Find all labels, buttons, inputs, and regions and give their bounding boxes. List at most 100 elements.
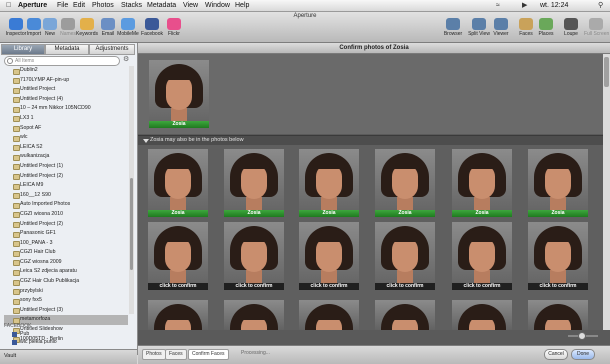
toolbar-flickr-button[interactable]: Flickr — [162, 18, 186, 37]
click-to-confirm-label[interactable]: click to confirm — [375, 283, 435, 290]
sidebar-project-item[interactable]: LEICA S2 — [4, 143, 128, 153]
menu-window[interactable]: Window — [205, 0, 230, 11]
sidebar-project-item[interactable]: 7170LYMP AF-pin-up — [4, 76, 128, 86]
suggestions-header[interactable]: Zosia may also be in the photos below — [138, 135, 603, 145]
facebook-album-pub[interactable]: Pub — [12, 331, 29, 338]
click-to-confirm-label[interactable]: click to confirm — [452, 283, 512, 290]
toolbar-mobileme-button[interactable]: MobileMe — [116, 18, 140, 37]
sidebar-project-item[interactable]: Sopot AF — [4, 124, 128, 134]
tab-library[interactable]: Library — [1, 44, 45, 55]
sidebar-project-item[interactable]: Auto Imported Photos — [4, 200, 128, 210]
volume-icon[interactable]: ▶ — [522, 0, 527, 11]
sidebar-project-item[interactable]: CGZI wiosna 2010 — [4, 210, 128, 220]
menu-help[interactable]: Help — [235, 0, 249, 11]
face-thumbnail[interactable]: Zosia — [375, 149, 435, 217]
click-to-confirm-label[interactable]: click to confirm — [224, 283, 284, 290]
confirmed-name-label[interactable]: Zosia — [148, 210, 208, 217]
sidebar-project-item[interactable]: CGZ wiosna 2009 — [4, 258, 128, 268]
sidebar-project-item[interactable]: 100_PANA - 3 — [4, 239, 128, 249]
sidebar-project-item[interactable]: 160__12 S90 — [4, 191, 128, 201]
face-thumbnail[interactable]: Zosia — [148, 149, 208, 217]
sidebar-project-item[interactable]: Panasonic GF1 — [4, 229, 128, 239]
sidebar-project-item[interactable]: LX3 1 — [4, 114, 128, 124]
click-to-confirm-label[interactable]: click to confirm — [528, 283, 588, 290]
spotlight-icon[interactable]: ⚲ — [598, 0, 603, 11]
sidebar-project-item[interactable]: Untitled Project (2) — [4, 220, 128, 230]
sidebar-project-item[interactable]: sony fxx5 — [4, 296, 128, 306]
face-thumbnail[interactable]: click to confirm — [148, 222, 208, 290]
confirmed-name-label[interactable]: Zosia — [224, 210, 284, 217]
bottom-tab-confirm-faces[interactable]: Confirm Faces — [188, 349, 229, 360]
main-scroll-thumb[interactable] — [604, 57, 609, 87]
toolbar-facebook-button[interactable]: Facebook — [140, 18, 164, 37]
toolbar-viewer-button[interactable]: Viewer — [489, 18, 513, 37]
menu-metadata[interactable]: Metadata — [147, 0, 176, 11]
vault-label[interactable]: Vault — [4, 353, 16, 359]
face-thumbnail[interactable] — [452, 300, 512, 330]
sidebar-project-item[interactable]: Untitled Project (4) — [4, 95, 128, 105]
sidebar-project-item[interactable]: przybylski — [4, 287, 128, 297]
sidebar-project-item[interactable]: Untitled Project (2) — [4, 172, 128, 182]
click-to-confirm-label[interactable]: click to confirm — [148, 283, 208, 290]
face-thumbnail[interactable]: click to confirm — [299, 222, 359, 290]
sidebar-project-item[interactable]: wulkanizacja — [4, 152, 128, 162]
face-thumbnail[interactable] — [224, 300, 284, 330]
menu-app[interactable]: Aperture — [18, 0, 47, 11]
face-thumbnail[interactable]: Zosia — [452, 149, 512, 217]
bottom-tab-photos[interactable]: Photos — [142, 349, 166, 360]
face-thumbnail[interactable] — [299, 300, 359, 330]
face-thumbnail[interactable] — [375, 300, 435, 330]
tab-metadata[interactable]: Metadata — [45, 44, 89, 55]
facebook-album-wlc[interactable]: wlc piekla punio — [12, 339, 57, 346]
sidebar-project-item[interactable]: CGZI Hair Club — [4, 248, 128, 258]
toolbar-split-view-button[interactable]: Split View — [467, 18, 491, 37]
tab-adjustments[interactable]: Adjustments — [89, 44, 135, 55]
face-thumbnail[interactable]: click to confirm — [375, 222, 435, 290]
main-scrollbar[interactable] — [603, 54, 610, 330]
toolbar-places-button[interactable]: Places — [534, 18, 558, 37]
facebook-section-header[interactable]: FACEBOOK — [4, 323, 32, 329]
disclosure-triangle-icon[interactable] — [143, 139, 149, 143]
bottom-tab-faces[interactable]: Faces — [165, 349, 187, 360]
sidebar-project-item[interactable]: Untitled Project — [4, 85, 128, 95]
menu-file[interactable]: File — [57, 0, 68, 11]
sidebar-project-item[interactable]: Leica S2 zdjecia aparatu — [4, 267, 128, 277]
menu-edit[interactable]: Edit — [73, 0, 85, 11]
face-thumbnail[interactable]: click to confirm — [452, 222, 512, 290]
face-thumbnail[interactable]: Zosia — [528, 149, 588, 217]
zoom-slider-knob[interactable] — [578, 332, 586, 340]
sidebar-project-item[interactable]: Untitled Project (3) — [4, 306, 128, 316]
sidebar-scroll-thumb[interactable] — [130, 178, 133, 270]
face-thumbnail[interactable]: click to confirm — [528, 222, 588, 290]
face-thumbnail[interactable]: Zosia — [224, 149, 284, 217]
sidebar-project-item[interactable]: CGZ Hair Club Publikacja — [4, 277, 128, 287]
face-thumbnail[interactable] — [148, 300, 208, 330]
confirmed-name-label[interactable]: Zosia — [452, 210, 512, 217]
confirmed-name-label[interactable]: Zosia — [149, 121, 209, 128]
menu-photos[interactable]: Photos — [92, 0, 114, 11]
menu-stacks[interactable]: Stacks — [121, 0, 142, 11]
face-thumbnail[interactable] — [528, 300, 588, 330]
sidebar-project-item[interactable]: wlc — [4, 133, 128, 143]
sidebar-project-item[interactable]: LEICA M9 — [4, 181, 128, 191]
toolbar-loupe-button[interactable]: Loupe — [559, 18, 583, 37]
confirmed-name-label[interactable]: Zosia — [528, 210, 588, 217]
confirmed-name-label[interactable]: Zosia — [375, 210, 435, 217]
sidebar-project-item[interactable]: Untitled Project (1) — [4, 162, 128, 172]
menu-clock[interactable]: wt. 12:24 — [540, 0, 568, 11]
toolbar-browser-button[interactable]: Browser — [441, 18, 465, 37]
library-search-input[interactable]: All Items — [4, 56, 120, 66]
face-thumbnail[interactable]: click to confirm — [224, 222, 284, 290]
apple-menu-icon[interactable]:  — [6, 0, 11, 11]
face-thumbnail[interactable]: Zosia — [299, 149, 359, 217]
sidebar-project-item[interactable]: 10 – 24 mm Nikkor 105NCD90 — [4, 104, 128, 114]
wifi-icon[interactable]: ≈ — [496, 0, 500, 11]
gear-icon[interactable]: ⚙ — [123, 56, 132, 64]
cancel-button[interactable]: Cancel — [544, 349, 568, 360]
sidebar-project-item[interactable]: Dublin2 — [4, 66, 128, 76]
face-thumbnail[interactable]: Zosia — [149, 60, 209, 128]
click-to-confirm-label[interactable]: click to confirm — [299, 283, 359, 290]
confirmed-name-label[interactable]: Zosia — [299, 210, 359, 217]
done-button[interactable]: Done — [571, 349, 595, 360]
menu-view[interactable]: View — [183, 0, 198, 11]
